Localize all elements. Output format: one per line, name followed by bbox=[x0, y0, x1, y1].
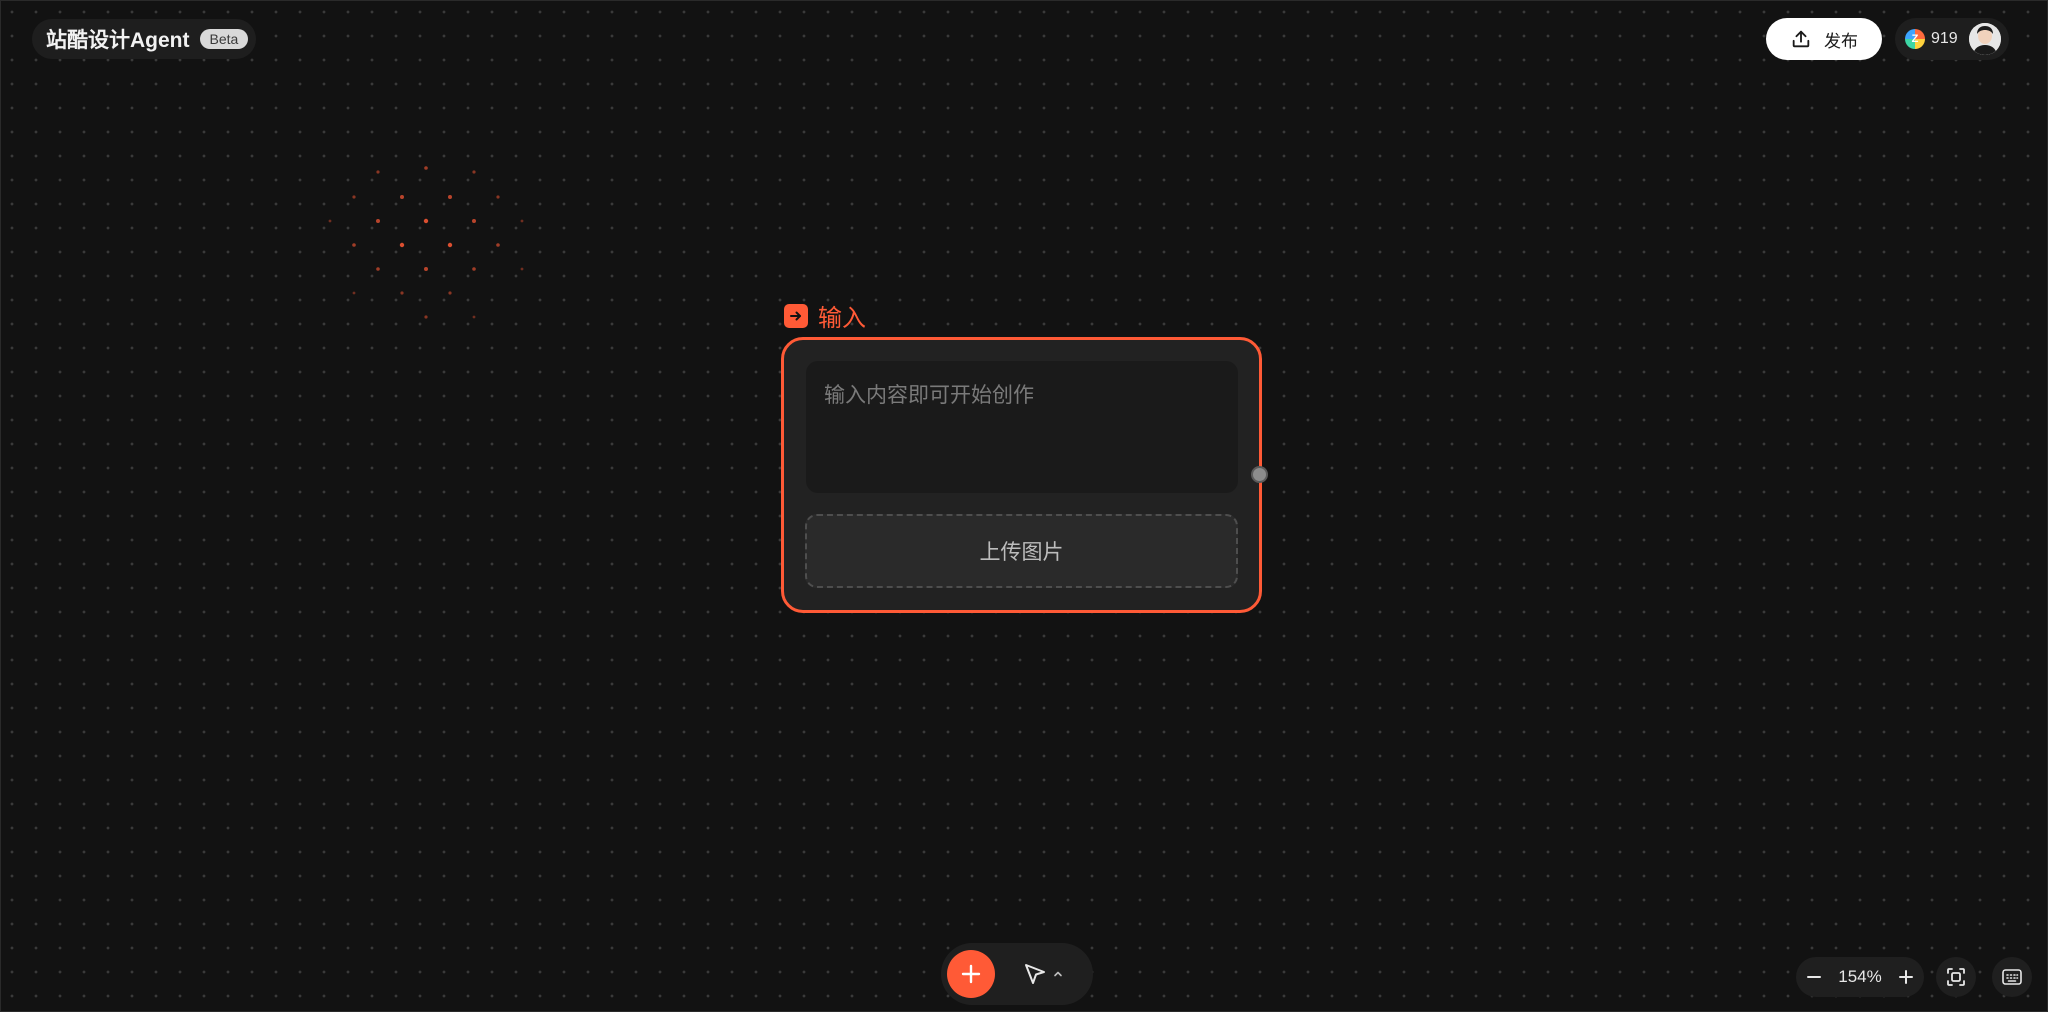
upload-icon bbox=[1792, 30, 1810, 48]
brand-name: 站酷设计Agent bbox=[46, 29, 190, 52]
plus-icon bbox=[1898, 970, 1913, 984]
select-tool-button[interactable] bbox=[1021, 960, 1063, 988]
avatar[interactable] bbox=[1969, 23, 2001, 55]
publish-label: 发布 bbox=[1824, 31, 1858, 52]
node-title-label: 输入 bbox=[818, 304, 866, 332]
upload-image-label: 上传图片 bbox=[979, 540, 1064, 564]
account-panel[interactable]: Z 919 bbox=[1895, 18, 2009, 60]
plus-icon bbox=[961, 964, 981, 984]
zoom-level[interactable]: 154% bbox=[1838, 967, 1881, 987]
fit-screen-icon bbox=[1947, 968, 1965, 986]
coin-icon: Z bbox=[1905, 29, 1925, 49]
add-node-button[interactable] bbox=[947, 950, 995, 998]
decorative-dot-cluster bbox=[328, 166, 524, 319]
beta-badge: Beta bbox=[199, 29, 249, 49]
minus-icon bbox=[1807, 976, 1821, 978]
keyboard-icon bbox=[2002, 969, 2022, 985]
node-title[interactable]: 输入 bbox=[784, 298, 866, 333]
keyboard-shortcuts-button[interactable] bbox=[1992, 957, 2032, 997]
zoom-out-button[interactable] bbox=[1806, 969, 1822, 985]
coin-count: 919 bbox=[1931, 30, 1958, 47]
upload-image-button[interactable]: 上传图片 bbox=[805, 514, 1238, 588]
input-node-icon bbox=[784, 303, 808, 328]
publish-button[interactable]: 发布 bbox=[1766, 18, 1882, 60]
bottom-toolbar bbox=[941, 943, 1093, 1005]
chevron-up-icon bbox=[1054, 971, 1062, 977]
output-connector-handle[interactable] bbox=[1251, 466, 1268, 483]
zoom-controls: 154% bbox=[1796, 957, 1924, 997]
zoom-in-button[interactable] bbox=[1898, 969, 1914, 985]
brand: 站酷设计Agent Beta bbox=[32, 19, 257, 59]
prompt-input[interactable] bbox=[806, 361, 1238, 493]
cursor-arrow-icon bbox=[1025, 964, 1045, 984]
user-avatar-icon bbox=[1969, 23, 2001, 55]
fit-view-button[interactable] bbox=[1936, 957, 1976, 997]
